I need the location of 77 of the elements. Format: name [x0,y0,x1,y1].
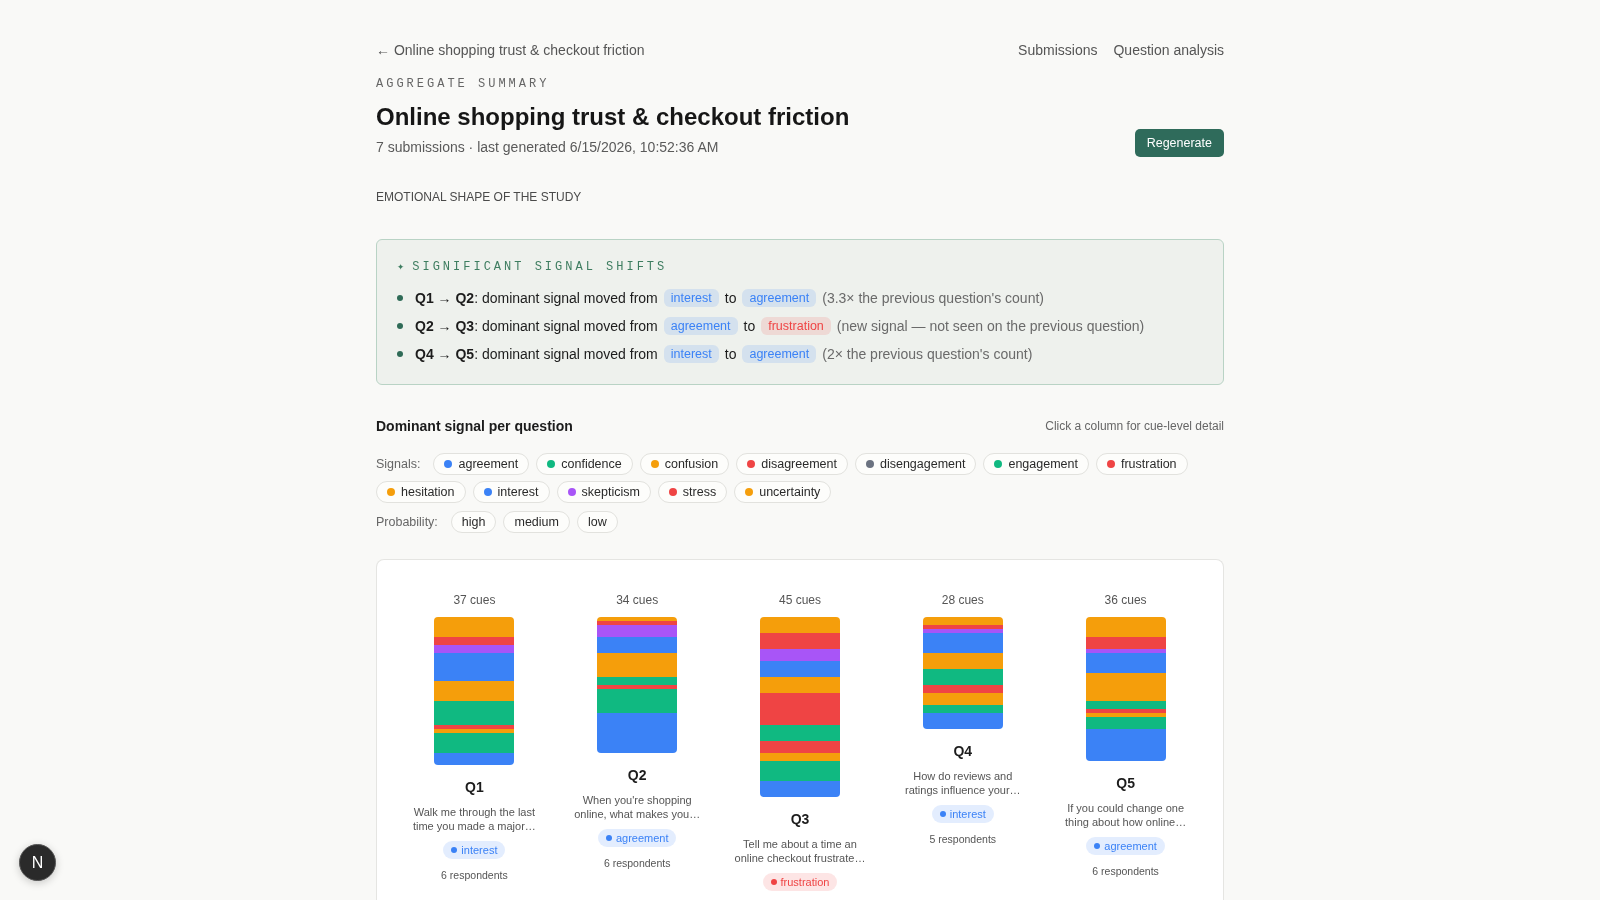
back-link[interactable]: ← Online shopping trust & checkout friction [376,42,645,58]
chart-title: Dominant signal per question [376,418,573,434]
question-label: Q1 [465,778,484,796]
question-label: Q2 [627,766,647,784]
stacked-bar[interactable] [597,617,678,753]
signal-tag: agreement [742,289,817,307]
regenerate-button[interactable]: Regenerate [1134,129,1224,157]
question-text: How do reviews and ratings influence your… [904,769,1022,797]
badge-label: frustration [780,876,830,888]
probability-filter-chip[interactable]: high [450,511,497,533]
signal-tag: frustration [761,317,831,335]
panel-title: SIGNIFICANT SIGNAL SHIFTS [412,259,668,275]
bullet-icon [397,323,403,329]
badge-label: interest [949,808,986,820]
badge-label: agreement [615,832,669,844]
section-label: EMOTIONAL SHAPE OF THE STUDY [376,189,583,205]
signal-filter-chip[interactable]: skepticism [556,481,651,503]
shift-text: Q4 → Q5: dominant signal moved from [415,346,658,362]
bullet-icon [397,351,403,357]
question-text: When you're shopping online, what makes you… [573,793,702,821]
signal-filter-chip[interactable]: agreement [433,453,530,475]
page-subtitle: 7 submissions · last generated 6/15/2026, 10:52:36 AM [376,138,720,157]
eyebrow-label: AGGREGATE SUMMARY [376,76,551,92]
legend-label: Probability: [376,514,438,531]
question-label: Q3 [790,810,810,828]
stacked-bar[interactable] [922,617,1003,729]
signal-filter-chip[interactable]: disengagement [855,453,977,475]
hint-text: Click a column for cue-level detail [1045,419,1224,433]
signal-filter-chip[interactable]: engagement [983,453,1089,475]
shift-text: Q1 → Q2: dominant signal moved from [415,290,658,306]
signal-filter-chip[interactable]: stress [657,481,728,503]
probability-filter-chip[interactable]: low [576,511,618,533]
respondent-count: 6 respondents [441,868,508,882]
nav-link[interactable]: Submissions [1018,42,1098,58]
question-text: If you could change one thing about how online… [1064,801,1188,829]
signal-filter-chip[interactable]: frustration [1096,453,1188,475]
signal-tag: agreement [742,345,817,363]
signal-tag: interest [663,345,719,363]
shift-note: (2× the previous question's count) [822,346,1033,362]
signal-tag: interest [663,289,719,307]
shift-text: to [724,290,737,306]
signal-filter-chip[interactable]: confidence [536,453,633,475]
question-text: Walk me through the last time you made a major… [411,805,537,833]
cue-count: 28 cues [941,592,984,608]
shift-note: (3.3× the previous question's count) [822,290,1044,306]
signal-filter-chip[interactable]: disagreement [736,453,848,475]
badge-label: agreement [1104,840,1157,852]
signal-filter-chip[interactable]: confusion [639,453,730,475]
shift-text: Q2 → Q3: dominant signal moved from [415,318,658,334]
dev-badge[interactable]: N [19,844,56,881]
legend-label: Signals: [376,456,421,473]
sparkle-icon: ✦ [397,259,405,275]
question-text: Tell me about a time an online checkout frustrate… [734,837,866,865]
question-label: Q4 [953,742,973,760]
stacked-bar[interactable] [760,617,840,797]
stacked-bar[interactable] [1085,617,1166,761]
signal-filter-chip[interactable]: uncertainty [734,481,832,503]
respondent-count: 5 respondents [929,832,997,846]
signal-filter-chip[interactable]: interest [472,481,550,503]
shift-text: to [724,346,737,362]
page-title: Online shopping trust & checkout friction [376,102,850,132]
respondent-count: 6 respondents [603,856,671,870]
shift-note: (new signal — not seen on the previous question) [836,318,1145,334]
cue-count: 45 cues [778,592,821,608]
cue-count: 36 cues [1104,592,1147,608]
cue-count: 34 cues [616,592,659,608]
cue-count: 37 cues [453,592,496,608]
badge-label: interest [461,844,498,856]
signal-filter-chip[interactable]: hesitation [376,481,466,503]
signal-tag: agreement [663,317,738,335]
stacked-bar[interactable] [434,617,515,765]
bullet-icon [397,295,403,301]
respondent-count: 6 respondents [1092,864,1159,878]
shift-text: to [743,318,756,334]
question-label: Q5 [1116,774,1135,792]
probability-filter-chip[interactable]: medium [503,511,570,533]
nav-link[interactable]: Question analysis [1113,42,1224,58]
